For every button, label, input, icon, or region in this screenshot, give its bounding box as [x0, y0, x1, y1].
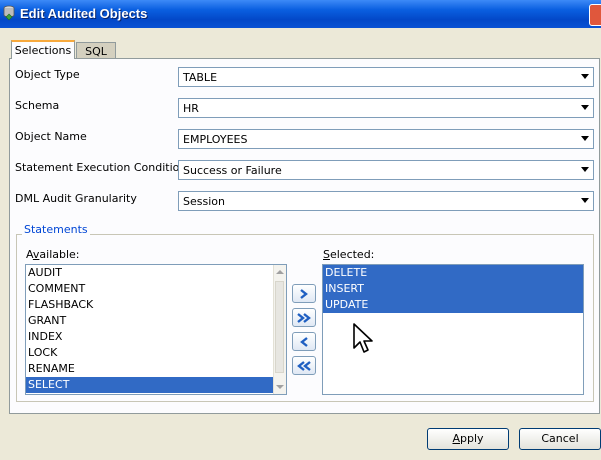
move-all-left-button[interactable] [292, 356, 316, 375]
move-left-button[interactable] [292, 332, 316, 351]
mouse-cursor-icon [353, 323, 373, 353]
chevron-down-icon [581, 167, 589, 172]
list-item[interactable]: RENAME [26, 361, 286, 377]
object-name-select[interactable]: EMPLOYEES [178, 129, 594, 149]
condition-value: Success or Failure [183, 164, 282, 177]
chevron-down-icon [581, 105, 589, 110]
object-type-select[interactable]: TABLE [178, 67, 594, 87]
list-item-selected[interactable]: UPDATE [323, 297, 583, 313]
cancel-label: Cancel [541, 432, 579, 445]
available-label-suffix: ailable: [39, 248, 80, 261]
tab-sql-label: SQL [85, 45, 107, 58]
granularity-value: Session [183, 195, 225, 208]
move-right-icon [300, 289, 308, 299]
move-all-left-icon [297, 361, 311, 371]
database-icon [3, 5, 15, 21]
apply-button[interactable]: Apply [427, 428, 509, 450]
list-item[interactable]: LOCK [26, 345, 286, 361]
schema-select[interactable]: HR [178, 98, 594, 118]
available-scrollbar[interactable] [273, 265, 286, 394]
tab-selections[interactable]: Selections [11, 40, 75, 59]
cancel-button[interactable]: Cancel [519, 428, 601, 450]
window-title: Edit Audited Objects [20, 6, 148, 21]
scroll-up-icon[interactable] [276, 270, 284, 274]
selected-label-mnemonic: S [323, 248, 330, 261]
title-bar: Edit Audited Objects [0, 0, 601, 28]
chevron-down-icon [581, 74, 589, 79]
chevron-down-icon [581, 198, 589, 203]
condition-select[interactable]: Success or Failure [178, 160, 594, 180]
tab-selections-label: Selections [14, 44, 72, 57]
list-item[interactable]: FLASHBACK [26, 297, 286, 313]
list-item-selected[interactable]: SELECT [26, 377, 274, 393]
move-all-right-button[interactable] [292, 308, 316, 327]
available-label: Available: [26, 248, 80, 261]
list-item[interactable]: GRANT [26, 313, 286, 329]
list-item-selected[interactable]: DELETE [323, 265, 583, 281]
object-type-value: TABLE [183, 71, 218, 84]
move-right-button[interactable] [292, 284, 316, 303]
list-item-selected[interactable]: INSERT [323, 281, 583, 297]
selected-label-suffix: elected: [329, 248, 375, 261]
granularity-select[interactable]: Session [178, 191, 594, 211]
statements-group-label: Statements [22, 223, 90, 236]
schema-value: HR [183, 102, 199, 115]
move-left-icon [300, 337, 308, 347]
object-type-label: Object Type [15, 68, 80, 81]
schema-label: Schema [15, 99, 60, 112]
condition-label: Statement Execution Condition [15, 161, 187, 174]
apply-mnemonic: A [452, 432, 460, 445]
chevron-down-icon [581, 136, 589, 141]
apply-label: pply [460, 432, 484, 445]
selected-label: Selected: [323, 248, 374, 261]
object-name-label: Object Name [15, 130, 87, 143]
available-list[interactable]: AUDIT COMMENT FLASHBACK GRANT INDEX LOCK… [25, 264, 287, 395]
available-label-prefix: A [26, 248, 33, 261]
list-item[interactable]: AUDIT [26, 265, 286, 281]
object-name-value: EMPLOYEES [183, 133, 248, 146]
scroll-down-icon[interactable] [276, 385, 284, 389]
list-item[interactable]: INDEX [26, 329, 286, 345]
move-all-right-icon [297, 313, 311, 323]
close-icon[interactable] [589, 4, 601, 26]
scroll-thumb[interactable] [275, 281, 284, 373]
granularity-label: DML Audit Granularity [15, 192, 137, 205]
list-item[interactable]: COMMENT [26, 281, 286, 297]
